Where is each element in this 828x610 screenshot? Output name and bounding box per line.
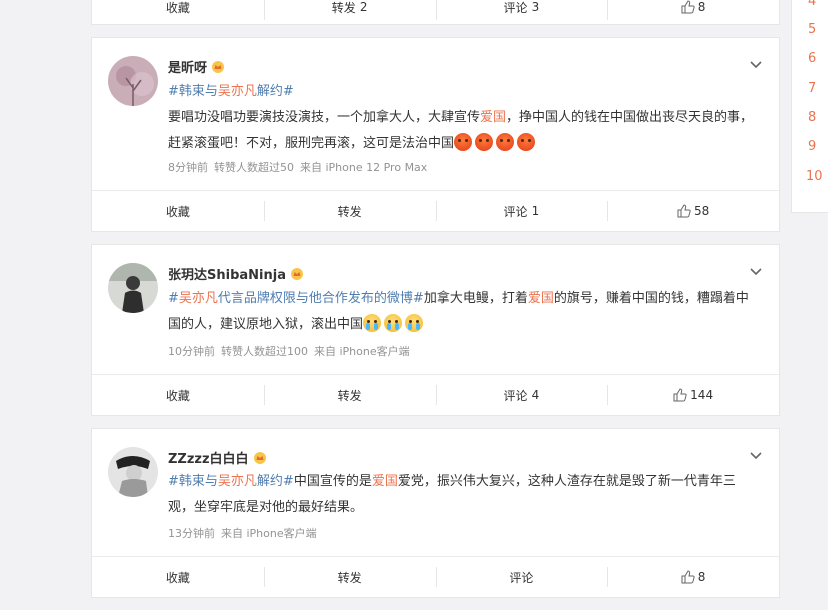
comment-button[interactable]: 评论 4 (435, 375, 608, 415)
comment-button[interactable]: 评论 (435, 557, 608, 597)
post-card: 张玥达ShibaNinja #吴亦凡代言品牌权限与他合作发布的微博#加拿大电鳗，… (91, 244, 780, 416)
like-button[interactable]: 8 (607, 557, 779, 597)
like-button[interactable]: 8 (607, 0, 779, 24)
page-link[interactable]: 4 (808, 0, 816, 9)
topic-link[interactable]: #韩束与吴亦凡解约# (168, 474, 294, 489)
post-card: ZZzzz白白白 #韩束与吴亦凡解约#中国宣传的是爱国爱党，振兴伟大复兴，这种人… (91, 428, 780, 598)
repost-button[interactable]: 转发 2 (263, 0, 436, 24)
comment-button[interactable]: 评论 3 (435, 0, 608, 24)
page-link[interactable]: 7 (808, 81, 816, 96)
like-button[interactable]: 144 (607, 375, 779, 415)
thumbs-up-icon (673, 388, 687, 402)
avatar[interactable] (108, 56, 158, 106)
chevron-down-icon[interactable] (749, 60, 763, 70)
thumbs-up-icon (681, 570, 695, 584)
username[interactable]: ZZzzz白白白 (168, 448, 267, 467)
thumbs-up-icon (681, 0, 695, 14)
vip-crown-icon (290, 268, 303, 280)
repost-button[interactable]: 转发 (263, 557, 436, 597)
page-link[interactable]: 10 (806, 169, 823, 184)
repost-stat: 转赞人数超过100 (221, 345, 308, 358)
pagination-panel: 4 5 6 7 8 9 10 (791, 0, 828, 213)
timestamp[interactable]: 8分钟前 (168, 161, 208, 174)
timestamp[interactable]: 10分钟前 (168, 345, 215, 358)
thumbs-up-icon (677, 204, 691, 218)
username-text[interactable]: ZZzzz白白白 (168, 448, 249, 467)
source: 来自 iPhone客户端 (314, 345, 410, 358)
post-toolbar: 收藏 转发 2 评论 3 8 (92, 0, 779, 24)
username-text[interactable]: 是昕呀 (168, 57, 207, 76)
repost-button[interactable]: 转发 (263, 191, 436, 231)
collect-button[interactable]: 收藏 (92, 191, 264, 231)
page-link[interactable]: 5 (808, 22, 816, 37)
post-text: #韩束与吴亦凡解约# 要唱功没唱功要演技没演技，一个加拿大人，大肆宣传爱国，挣中… (168, 84, 754, 151)
username[interactable]: 张玥达ShibaNinja (168, 264, 304, 283)
page-link[interactable]: 9 (808, 139, 816, 154)
avatar[interactable] (108, 263, 158, 313)
chevron-down-icon[interactable] (749, 267, 763, 277)
like-button[interactable]: 58 (607, 191, 779, 231)
repost-stat: 转赞人数超过50 (214, 161, 294, 174)
post-meta: 10分钟前 转赞人数超过100 来自 iPhone客户端 (168, 343, 416, 359)
page-link[interactable]: 8 (808, 110, 816, 125)
avatar[interactable] (108, 447, 158, 497)
post-meta: 8分钟前 转赞人数超过50 来自 iPhone 12 Pro Max (168, 159, 433, 175)
vip-crown-icon (212, 61, 225, 73)
collect-button[interactable]: 收藏 (92, 0, 264, 24)
angry-emoji-icon (454, 133, 538, 151)
source: 来自 iPhone 12 Pro Max (300, 161, 428, 174)
post-toolbar: 收藏 转发 评论 8 (92, 556, 779, 597)
post-text: #韩束与吴亦凡解约#中国宣传的是爱国爱党，振兴伟大复兴，这种人渣存在就是毁了新一… (168, 474, 736, 515)
post-text: #吴亦凡代言品牌权限与他合作发布的微博#加拿大电鳗，打着爱国的旗号，赚着中国的钱… (168, 291, 749, 332)
topic-link[interactable]: #韩束与吴亦凡解约# (168, 84, 294, 99)
collect-button[interactable]: 收藏 (92, 557, 264, 597)
timestamp[interactable]: 13分钟前 (168, 527, 215, 540)
username-text[interactable]: 张玥达ShibaNinja (168, 264, 286, 283)
topic-link[interactable]: #吴亦凡代言品牌权限与他合作发布的微博# (168, 291, 424, 306)
chevron-down-icon[interactable] (749, 451, 763, 461)
collect-button[interactable]: 收藏 (92, 375, 264, 415)
comment-button[interactable]: 评论 1 (435, 191, 608, 231)
post-card-previous: 收藏 转发 2 评论 3 8 (91, 0, 780, 25)
crying-emoji-icon (363, 314, 426, 332)
post-card: 是昕呀 #韩束与吴亦凡解约# 要唱功没唱功要演技没演技，一个加拿大人，大肆宣传爱… (91, 37, 780, 232)
username[interactable]: 是昕呀 (168, 57, 225, 76)
repost-button[interactable]: 转发 (263, 375, 436, 415)
page-link[interactable]: 6 (808, 51, 816, 66)
post-toolbar: 收藏 转发 评论 1 58 (92, 190, 779, 231)
vip-crown-icon (253, 452, 266, 464)
source: 来自 iPhone客户端 (221, 527, 317, 540)
post-meta: 13分钟前 来自 iPhone客户端 (168, 525, 323, 541)
post-toolbar: 收藏 转发 评论 4 144 (92, 374, 779, 415)
